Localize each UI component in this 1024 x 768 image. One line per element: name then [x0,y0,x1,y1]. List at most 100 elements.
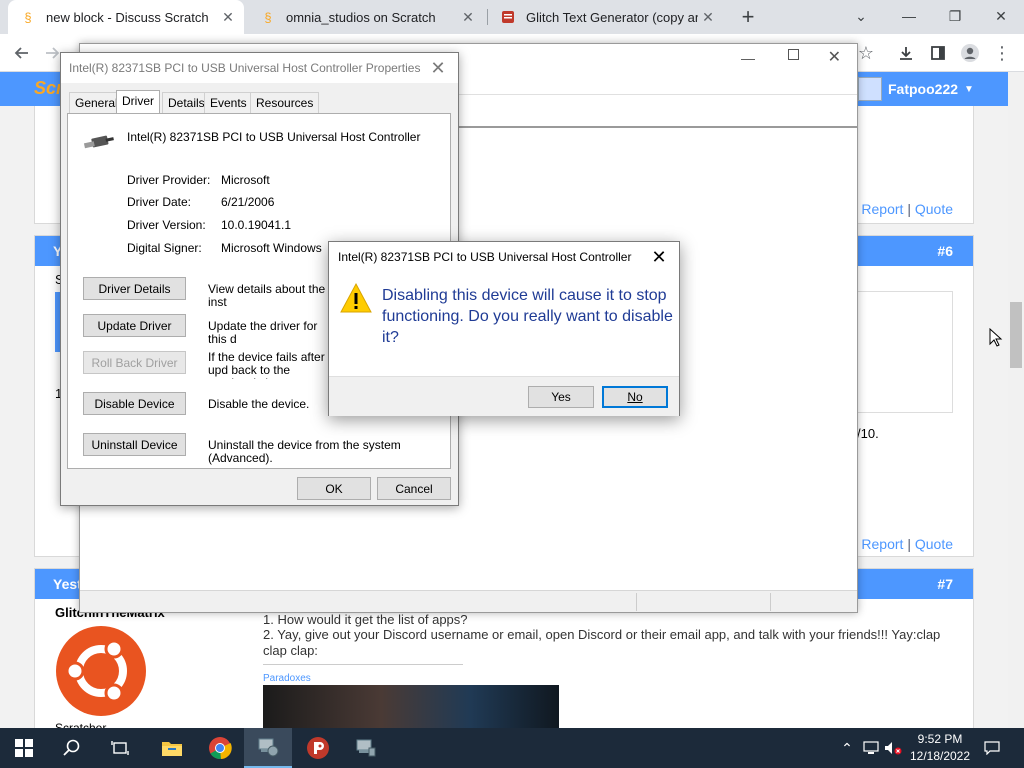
post-author[interactable]: Yest [53,576,82,592]
restore-button[interactable]: ❐ [932,0,978,32]
volume-muted-icon[interactable] [882,728,904,768]
glitch-favicon-icon [500,9,516,25]
notification-icon[interactable] [980,728,1004,768]
field-value: Microsoft Windows [221,241,322,255]
warning-icon [339,282,373,317]
maximize-button[interactable] [788,49,799,60]
close-icon[interactable]: ✕ [645,245,673,269]
tab-title: new block - Discuss Scratch [46,9,209,25]
back-arrow-icon[interactable] [8,40,36,66]
link-separator: | [907,536,911,552]
close-tab-icon[interactable]: ✕ [698,9,718,26]
report-link[interactable]: Report [861,536,903,552]
ok-button[interactable]: OK [297,477,371,500]
dialog-title: Intel(R) 82371SB PCI to USB Universal Ho… [338,250,632,264]
signature-link[interactable]: Paradoxes [263,673,311,684]
roll-back-driver-button[interactable]: Roll Back Driver [83,351,186,374]
chrome-icon[interactable] [196,728,244,768]
post-links: Report | Quote [861,536,953,552]
post-line: 2. Yay, give out your Discord username o… [263,627,941,658]
field-label: Digital Signer: [127,241,202,255]
close-tab-icon[interactable]: ✕ [218,9,238,26]
clock-date: 12/18/2022 [909,749,971,763]
field-label: Driver Provider: [127,173,211,187]
disable-device-button[interactable]: Disable Device [83,392,186,415]
minimize-button[interactable]: — [741,50,755,66]
tab-search-icon[interactable]: ⌄ [838,0,884,32]
post-number[interactable]: #7 [937,576,953,592]
post-text: /10. [857,426,879,441]
page-scrollbar[interactable] [1008,72,1024,728]
status-divider [770,593,771,611]
download-icon[interactable] [892,40,920,66]
tab-discuss-scratch[interactable]: § new block - Discuss Scratch ✕ [8,0,244,34]
menu-icon[interactable]: ⋮ [988,40,1016,66]
new-tab-button[interactable]: + [734,4,762,30]
no-button[interactable]: No [602,386,668,408]
signature-divider [263,664,463,665]
dialog-title-bar[interactable]: Intel(R) 82371SB PCI to USB Universal Ho… [61,53,458,83]
close-window-button[interactable]: ✕ [978,0,1024,32]
post-line: 1. How would it get the list of apps? [263,612,468,627]
search-icon[interactable] [48,728,96,768]
sidebar-icon[interactable] [924,40,952,66]
action-description: Update the driver for this d [208,320,318,346]
tab-events[interactable]: Events [204,92,253,113]
cancel-button[interactable]: Cancel [377,477,451,500]
scratch-favicon-icon: § [264,9,272,25]
field-value: 6/21/2006 [221,195,275,209]
post-number[interactable]: #6 [937,243,953,259]
field-value: Microsoft [221,173,270,187]
windows-taskbar: ⌃ 9:52 PM 12/18/2022 [0,728,1024,768]
system-clock[interactable]: 9:52 PM 12/18/2022 [904,731,976,765]
quote-link[interactable]: Quote [915,201,953,217]
tab-title: Glitch Text Generator (copy and p [526,9,698,25]
uninstall-device-button[interactable]: Uninstall Device [83,433,186,456]
chevron-up-icon[interactable]: ⌃ [838,728,856,768]
signature-image [263,685,559,728]
tab-resources[interactable]: Resources [250,92,320,113]
scratch-favicon-icon: § [24,9,32,25]
close-icon[interactable]: ✕ [424,56,452,80]
profile-icon[interactable] [956,40,984,66]
report-link[interactable]: Report [861,201,903,217]
update-driver-button[interactable]: Update Driver [83,314,186,337]
tab-driver[interactable]: Driver [116,90,160,114]
action-description: Uninstall the device from the system (Ad… [208,439,401,465]
field-label: Driver Date: [127,195,192,209]
confirm-message: Disabling this device will cause it to s… [382,287,673,346]
user-menu[interactable]: Fatpoo222 ▼ [858,76,974,102]
close-tab-icon[interactable]: ✕ [458,9,478,26]
yes-button[interactable]: Yes [528,386,594,408]
pixlr-icon[interactable] [294,728,342,768]
tab-omnia-studios[interactable]: § omnia_studios on Scratch ✕ [248,0,484,34]
dialog-footer: Yes No [329,376,679,416]
poster-role: Scratcher [55,721,107,728]
action-description: Disable the device. [208,398,310,411]
network-icon[interactable] [860,728,882,768]
scrollbar-thumb[interactable] [1010,302,1022,368]
link-separator: | [907,201,911,217]
status-divider [636,593,637,611]
minimize-button[interactable]: — [886,0,932,32]
chevron-down-icon: ▼ [964,83,974,95]
field-label: Driver Version: [127,218,206,232]
mouse-cursor-icon [989,327,1003,351]
yes-label: Yes [551,390,571,404]
device-name: Intel(R) 82371SB PCI to USB Universal Ho… [127,130,421,144]
start-button[interactable] [0,728,48,768]
driver-details-button[interactable]: Driver Details [83,277,186,300]
action-description: If the device fails after upd back to th… [208,351,325,379]
close-button[interactable]: ✕ [828,47,841,67]
quote-link[interactable]: Quote [915,536,953,552]
tab-glitch-text[interactable]: Glitch Text Generator (copy and p ✕ [488,0,724,34]
task-view-icon[interactable] [96,728,144,768]
device-manager-taskbar-icon[interactable] [244,728,292,768]
username: Fatpoo222 [888,81,959,97]
action-description: View details about the inst [208,283,326,309]
file-explorer-icon[interactable] [148,728,196,768]
avatar [858,77,882,101]
device-manager-app-icon[interactable] [342,728,390,768]
scratch-logo[interactable]: Scr [34,78,63,99]
ubuntu-avatar-icon [55,625,147,720]
